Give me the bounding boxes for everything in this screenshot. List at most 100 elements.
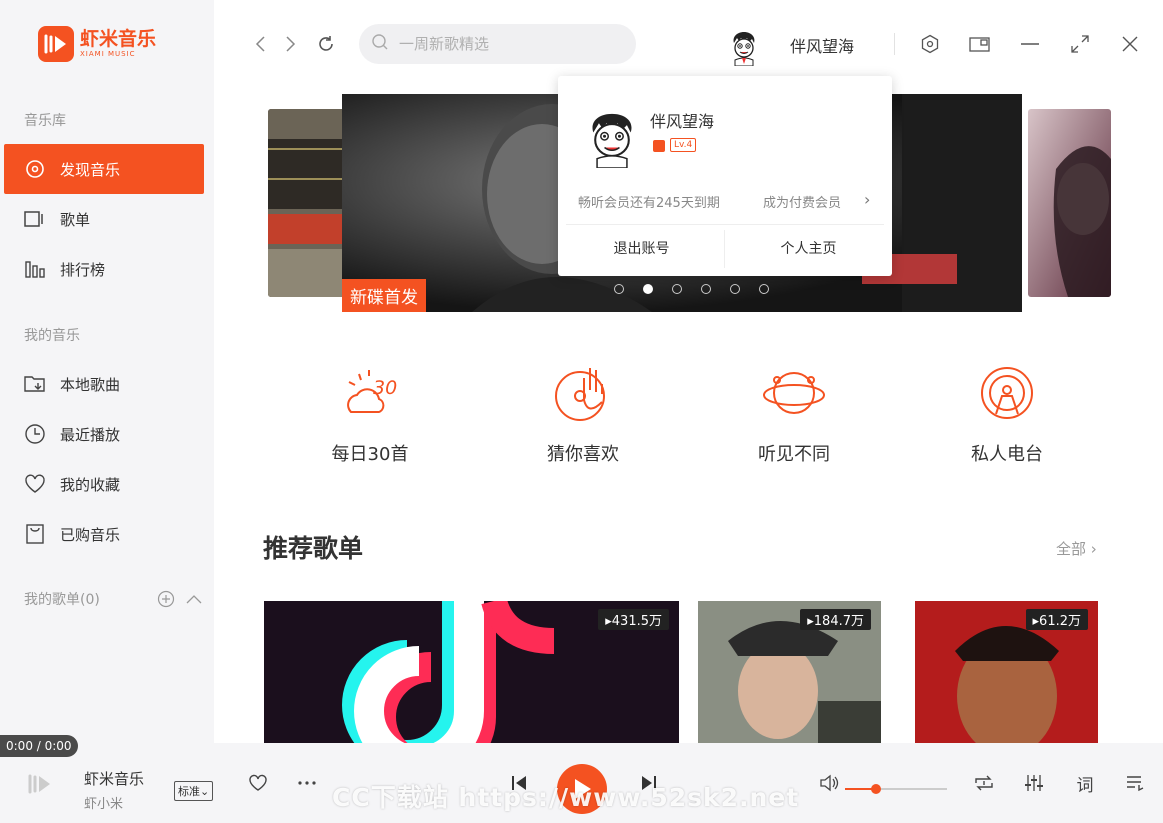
- add-playlist-button[interactable]: [156, 589, 176, 609]
- svg-text:30: 30: [373, 377, 397, 399]
- artist-name[interactable]: 虾小米: [84, 793, 123, 812]
- app-logo[interactable]: 虾米音乐 XIAMI MUSIC: [38, 26, 156, 62]
- feature-guess-you-like[interactable]: 猜你喜欢: [528, 360, 638, 466]
- volume-slider[interactable]: [845, 784, 947, 794]
- back-button[interactable]: [248, 32, 272, 56]
- xiami-app: 虾米音乐 XIAMI MUSIC 音乐库 发现音乐 歌单 排行榜 我的音乐 本地…: [0, 0, 1163, 823]
- sidebar: 虾米音乐 XIAMI MUSIC 音乐库 发现音乐 歌单 排行榜 我的音乐 本地…: [0, 0, 214, 743]
- feature-label: 听见不同: [758, 444, 830, 465]
- sidebar-item-playlists[interactable]: 歌单: [4, 194, 204, 244]
- rock-hand-icon: [550, 360, 616, 426]
- chart-icon: [24, 258, 46, 280]
- feature-label: 猜你喜欢: [547, 444, 619, 465]
- folder-download-icon: [24, 373, 46, 395]
- sidebar-item-label: 我的收藏: [60, 475, 121, 494]
- quality-select[interactable]: 标准⌄: [174, 781, 214, 801]
- playlist-card[interactable]: ▸184.7万: [698, 601, 881, 743]
- playback-time: 0:00 / 0:00: [0, 735, 78, 757]
- sidebar-item-local[interactable]: 本地歌曲: [4, 359, 204, 409]
- user-popover: 伴风望海 Lv.4 畅听会员还有245天到期 成为付费会员 › 退出账号 个人主…: [558, 76, 892, 276]
- play-count-badge: ▸61.2万: [1025, 609, 1088, 630]
- logout-button[interactable]: 退出账号: [558, 238, 725, 258]
- playlist-card[interactable]: ▸61.2万: [915, 601, 1098, 743]
- sidebar-item-label: 最近播放: [60, 425, 121, 444]
- search-icon: [371, 33, 389, 55]
- sidebar-item-recent[interactable]: 最近播放: [4, 409, 204, 459]
- my-playlists-label: 我的歌单(0): [24, 592, 100, 608]
- section-title-recommended: 推荐歌单: [263, 534, 364, 563]
- become-paid-member-link[interactable]: 成为付费会员: [763, 192, 841, 211]
- app-name: 虾米音乐: [80, 28, 157, 50]
- close-button[interactable]: [1118, 32, 1142, 56]
- sidebar-item-purchased[interactable]: 已购音乐: [4, 509, 204, 559]
- planet-icon: [761, 360, 827, 426]
- banner-slide-prev[interactable]: [268, 109, 348, 297]
- banner-badge: 新碟首发: [342, 279, 426, 312]
- sidebar-item-discover[interactable]: 发现音乐: [4, 144, 204, 194]
- feature-label: 每日30首: [331, 444, 409, 465]
- settings-icon[interactable]: [918, 32, 942, 56]
- disc-icon: [24, 158, 46, 180]
- my-playlists-header: 我的歌单(0): [24, 588, 204, 610]
- carousel-dot-active[interactable]: [643, 284, 653, 294]
- carousel-dot[interactable]: [614, 284, 624, 294]
- repeat-mode-icon[interactable]: [972, 771, 996, 795]
- carousel-dot[interactable]: [759, 284, 769, 294]
- membership-expiry: 畅听会员还有245天到期: [578, 196, 720, 211]
- profile-button[interactable]: 个人主页: [725, 238, 892, 258]
- search-input[interactable]: [399, 35, 619, 53]
- radio-icon: [974, 360, 1040, 426]
- feature-label: 私人电台: [971, 444, 1043, 465]
- lyrics-button[interactable]: 词: [1073, 771, 1097, 796]
- carousel-dot[interactable]: [672, 284, 682, 294]
- minimize-button[interactable]: [1018, 32, 1042, 56]
- sidebar-item-label: 歌单: [60, 210, 91, 229]
- equalizer-icon[interactable]: [1022, 771, 1046, 795]
- play-count-badge: ▸184.7万: [800, 609, 871, 630]
- chevron-right-icon[interactable]: ›: [864, 190, 870, 209]
- album-art-placeholder-icon[interactable]: [24, 769, 54, 799]
- play-queue-icon[interactable]: [1123, 771, 1147, 795]
- maximize-button[interactable]: [1068, 32, 1092, 56]
- carousel-dot[interactable]: [701, 284, 711, 294]
- watermark-text: CC下载站 https://www.52sk2.net: [332, 783, 800, 812]
- carousel-dot[interactable]: [730, 284, 740, 294]
- search-box[interactable]: [359, 24, 636, 64]
- app-name-en: XIAMI MUSIC: [80, 50, 136, 58]
- popover-username: 伴风望海: [650, 112, 715, 131]
- section-title-my-music: 我的音乐: [24, 328, 80, 344]
- mini-mode-icon[interactable]: [968, 32, 992, 56]
- song-title[interactable]: 虾米音乐: [84, 768, 144, 789]
- username[interactable]: 伴风望海: [790, 33, 854, 57]
- banner-slide-next[interactable]: [1028, 109, 1111, 297]
- playlist-card[interactable]: ▸431.5万: [264, 601, 679, 743]
- divider: [894, 33, 895, 55]
- sidebar-item-charts[interactable]: 排行榜: [4, 244, 204, 294]
- bag-icon: [24, 523, 46, 545]
- sidebar-item-label: 发现音乐: [60, 160, 121, 179]
- playlist-icon: [24, 208, 46, 230]
- collapse-playlists-button[interactable]: [184, 589, 204, 609]
- level-badge: Lv.4: [670, 138, 697, 152]
- section-title-library: 音乐库: [24, 113, 66, 129]
- forward-button[interactable]: [279, 32, 303, 56]
- sidebar-item-label: 本地歌曲: [60, 375, 121, 394]
- like-heart-icon[interactable]: [246, 771, 270, 795]
- topbar: 伴风望海: [214, 0, 1163, 88]
- more-options-icon[interactable]: [295, 771, 319, 795]
- feature-daily-30[interactable]: 30 每日30首: [315, 360, 425, 466]
- volume-knob[interactable]: [870, 784, 881, 794]
- popover-avatar: [584, 112, 640, 169]
- volume-icon[interactable]: [817, 771, 841, 795]
- avatar[interactable]: [729, 30, 759, 67]
- clock-icon: [24, 423, 46, 445]
- carousel-dots: [614, 284, 788, 294]
- xiami-logo-icon: [38, 26, 74, 62]
- feature-private-radio[interactable]: 私人电台: [952, 360, 1062, 466]
- refresh-button[interactable]: [314, 32, 338, 56]
- feature-hear-different[interactable]: 听见不同: [739, 360, 849, 466]
- divider: [566, 224, 884, 225]
- see-all-link[interactable]: 全部 ›: [1056, 538, 1097, 559]
- daily-30-icon: 30: [337, 360, 403, 426]
- sidebar-item-favorites[interactable]: 我的收藏: [4, 459, 204, 509]
